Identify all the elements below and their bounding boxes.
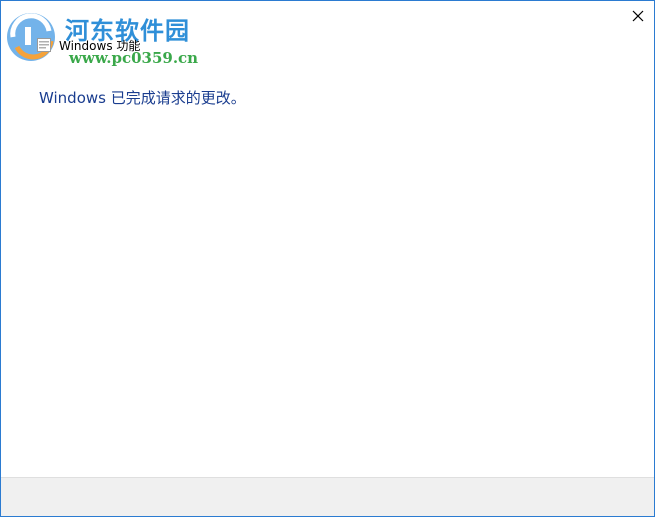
windows-features-icon [37,38,51,52]
watermark-logo-icon [7,13,55,61]
dialog-footer [1,477,654,516]
completion-message: Windows 已完成请求的更改。 [39,89,246,107]
close-icon [632,10,644,22]
window-title: Windows 功能 [59,39,141,53]
close-button[interactable] [622,1,654,31]
windows-features-dialog: 河东软件园 www.pc0359.cn Windows 功能 Windows 已… [0,0,655,517]
